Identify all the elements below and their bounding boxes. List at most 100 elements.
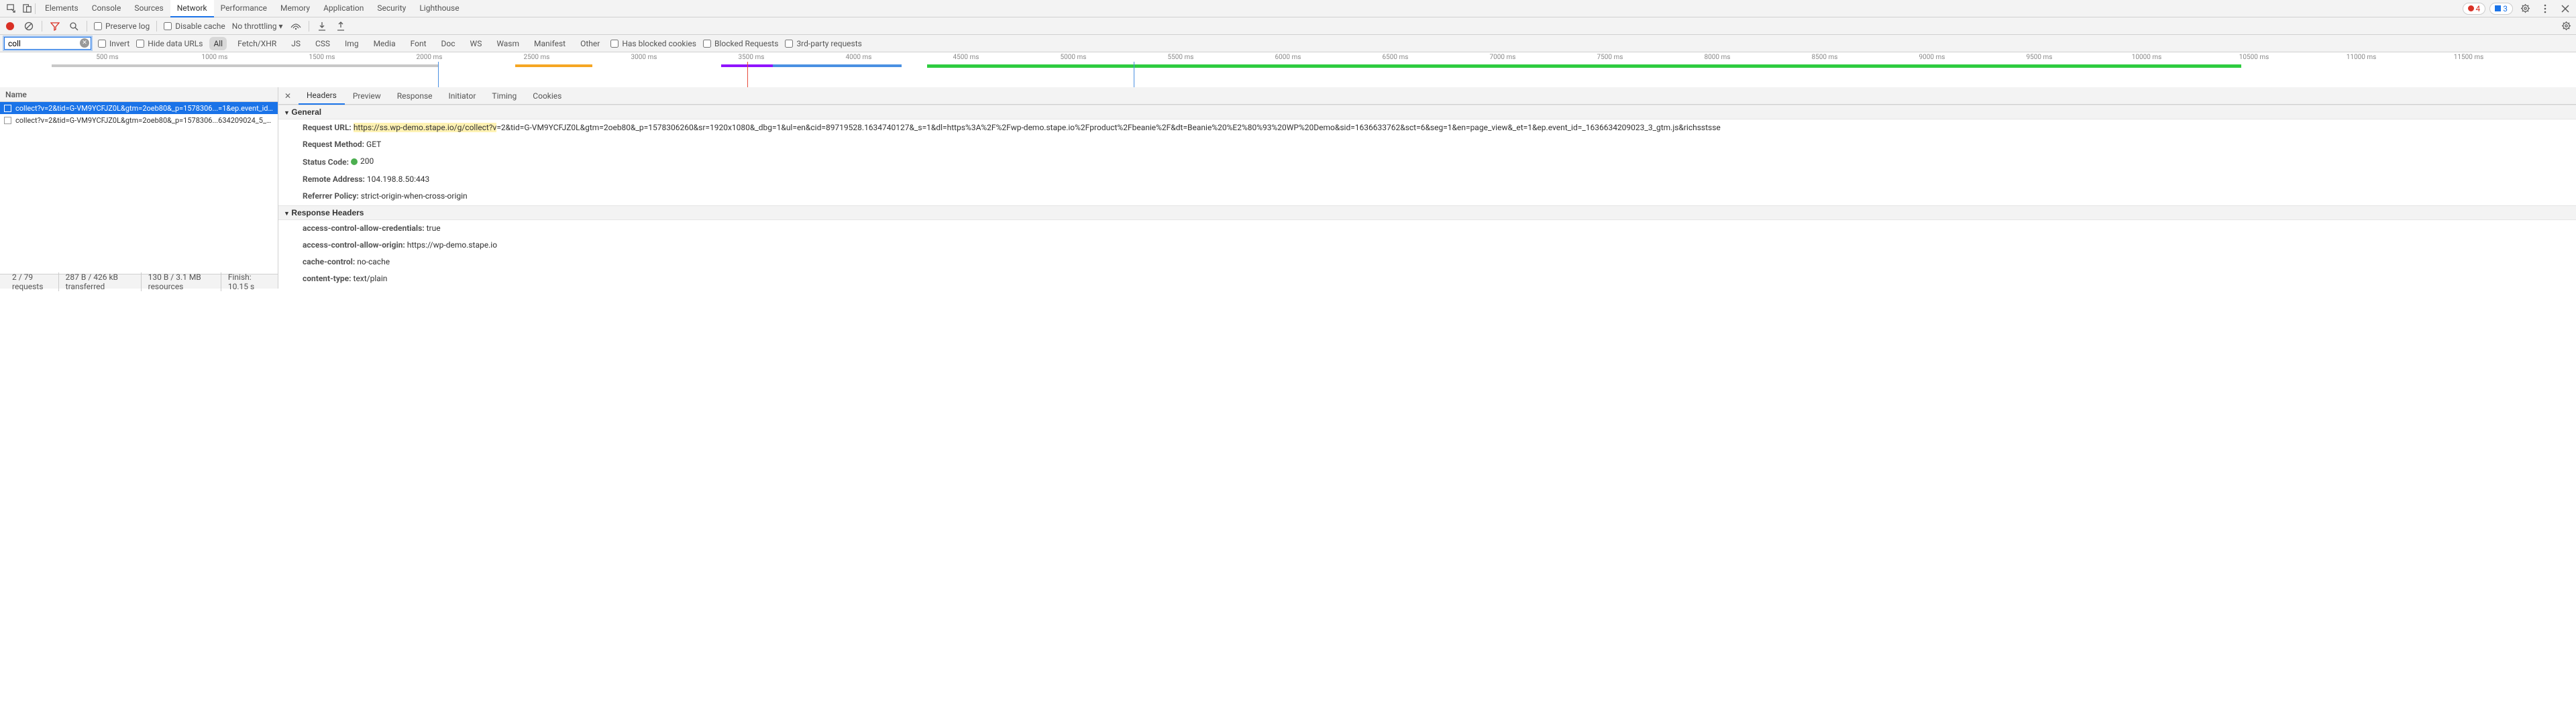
devtools-topbar: Elements Console Sources Network Perform…	[0, 0, 2576, 17]
tab-elements[interactable]: Elements	[38, 0, 85, 17]
timeline-tick: 6000 ms	[1275, 54, 1301, 61]
record-button[interactable]	[4, 20, 16, 32]
timeline-tick: 5500 ms	[1168, 54, 1194, 61]
tab-memory[interactable]: Memory	[274, 0, 317, 17]
filter-icon[interactable]	[49, 20, 61, 32]
tab-lighthouse[interactable]: Lighthouse	[413, 0, 466, 17]
blocked-requests-checkbox[interactable]: Blocked Requests	[703, 39, 778, 48]
filter-type-css[interactable]: CSS	[311, 37, 334, 50]
timeline-tick: 9500 ms	[2027, 54, 2053, 61]
request-name: collect?v=2&tid=G-VM9YCFJZ0L&gtm=2oeb80&…	[15, 116, 274, 125]
detail-tab-response[interactable]: Response	[389, 87, 441, 105]
request-detail-panel: ✕ Headers Preview Response Initiator Tim…	[278, 87, 2576, 289]
close-devtools-icon[interactable]	[2557, 1, 2573, 17]
timeline-tick: 1500 ms	[309, 54, 335, 61]
export-har-icon[interactable]	[335, 20, 347, 32]
timeline-tick: 4500 ms	[953, 54, 979, 61]
device-toolbar-icon[interactable]	[19, 1, 35, 17]
main-tabs: Elements Console Sources Network Perform…	[38, 0, 466, 17]
timeline-tick: 1000 ms	[202, 54, 228, 61]
timeline-tick: 7000 ms	[1490, 54, 1516, 61]
settings-icon[interactable]	[2517, 1, 2533, 17]
timeline-tick: 3000 ms	[631, 54, 657, 61]
clear-filter-icon[interactable]: ✕	[80, 38, 89, 48]
filter-type-all[interactable]: All	[209, 37, 227, 50]
info-square-icon	[2495, 5, 2501, 11]
hide-data-urls-checkbox[interactable]: Hide data URLs	[136, 39, 203, 48]
throttling-select[interactable]: No throttling ▾	[232, 21, 283, 31]
status-dot-icon	[351, 158, 358, 165]
search-icon[interactable]	[68, 20, 80, 32]
tab-application[interactable]: Application	[317, 0, 370, 17]
timeline-tick: 2000 ms	[417, 54, 443, 61]
timeline-tick: 3500 ms	[739, 54, 765, 61]
filter-type-manifest[interactable]: Manifest	[530, 37, 570, 50]
request-method: Request Method: GET	[278, 136, 2576, 153]
response-header-item: cache-control: no-cache	[278, 254, 2576, 270]
tab-network[interactable]: Network	[170, 0, 214, 17]
tab-security[interactable]: Security	[370, 0, 413, 17]
status-resources: 130 B / 3.1 MB resources	[142, 272, 221, 291]
status-requests: 2 / 79 requests	[5, 272, 59, 291]
filter-type-fetchxhr[interactable]: Fetch/XHR	[233, 37, 280, 50]
status-transferred: 287 B / 426 kB transferred	[59, 272, 142, 291]
detail-tab-timing[interactable]: Timing	[484, 87, 525, 105]
response-header-item: date: Thu, 11 Nov 2021 12:36:58 GMT	[278, 287, 2576, 289]
filter-type-doc[interactable]: Doc	[437, 37, 460, 50]
detail-tab-initiator[interactable]: Initiator	[441, 87, 484, 105]
detail-tab-preview[interactable]: Preview	[345, 87, 389, 105]
filter-type-ws[interactable]: WS	[466, 37, 486, 50]
filter-type-wasm[interactable]: Wasm	[492, 37, 523, 50]
row-checkbox[interactable]	[4, 105, 11, 112]
error-count-badge[interactable]: 4	[2463, 3, 2486, 15]
has-blocked-cookies-checkbox[interactable]: Has blocked cookies	[610, 39, 696, 48]
status-finish: Finish: 10.15 s	[221, 272, 272, 291]
filter-input[interactable]	[4, 37, 91, 50]
info-count-badge[interactable]: 3	[2489, 3, 2513, 15]
separator	[156, 21, 157, 32]
tab-sources[interactable]: Sources	[127, 0, 170, 17]
network-conditions-icon[interactable]	[290, 20, 302, 32]
disable-cache-checkbox[interactable]: Disable cache	[164, 21, 225, 31]
third-party-checkbox[interactable]: 3rd-party requests	[785, 39, 861, 48]
section-response-headers[interactable]: Response Headers	[278, 205, 2576, 220]
filter-type-js[interactable]: JS	[287, 37, 305, 50]
clear-icon[interactable]	[23, 20, 35, 32]
response-header-item: access-control-allow-origin: https://wp-…	[278, 237, 2576, 254]
filter-type-other[interactable]: Other	[576, 37, 604, 50]
timeline-tick: 500 ms	[96, 54, 118, 61]
status-bar: 2 / 79 requests 287 B / 426 kB transferr…	[0, 274, 278, 289]
import-har-icon[interactable]	[316, 20, 328, 32]
response-header-item: content-type: text/plain	[278, 270, 2576, 287]
filter-type-media[interactable]: Media	[370, 37, 400, 50]
timeline-tick: 2500 ms	[524, 54, 550, 61]
referrer-policy: Referrer Policy: strict-origin-when-cros…	[278, 188, 2576, 205]
panel-settings-icon[interactable]	[2560, 20, 2572, 32]
section-general[interactable]: General	[278, 105, 2576, 119]
list-header-name[interactable]: Name	[0, 87, 278, 102]
request-list-panel: Name collect?v=2&tid=G-VM9YCFJZ0L&gtm=2o…	[0, 87, 278, 289]
detail-tab-headers[interactable]: Headers	[299, 87, 345, 105]
response-header-item: access-control-allow-credentials: true	[278, 220, 2576, 237]
preserve-log-checkbox[interactable]: Preserve log	[94, 21, 150, 31]
invert-checkbox[interactable]: Invert	[98, 39, 129, 48]
kebab-menu-icon[interactable]	[2537, 1, 2553, 17]
timeline-tick: 6500 ms	[1383, 54, 1409, 61]
detail-tab-cookies[interactable]: Cookies	[525, 87, 570, 105]
row-checkbox[interactable]	[4, 117, 11, 124]
timeline-tick: 8500 ms	[1812, 54, 1838, 61]
request-row[interactable]: collect?v=2&tid=G-VM9YCFJZ0L&gtm=2oeb80&…	[0, 114, 278, 126]
timeline-tick: 5000 ms	[1061, 54, 1087, 61]
network-timeline[interactable]: 500 ms 1000 ms 1500 ms 2000 ms 2500 ms 3000 m…	[0, 52, 2576, 87]
network-controlbar: Preserve log Disable cache No throttling…	[0, 17, 2576, 35]
request-name: collect?v=2&tid=G-VM9YCFJZ0L&gtm=2oeb80&…	[15, 104, 274, 113]
inspect-element-icon[interactable]	[3, 1, 19, 17]
tab-performance[interactable]: Performance	[214, 0, 274, 17]
filter-type-img[interactable]: Img	[341, 37, 363, 50]
filter-type-font[interactable]: Font	[407, 37, 431, 50]
status-code: Status Code: 200	[278, 153, 2576, 171]
request-row[interactable]: collect?v=2&tid=G-VM9YCFJZ0L&gtm=2oeb80&…	[0, 102, 278, 114]
close-detail-icon[interactable]: ✕	[282, 91, 293, 101]
separator	[35, 3, 36, 14]
tab-console[interactable]: Console	[85, 0, 128, 17]
